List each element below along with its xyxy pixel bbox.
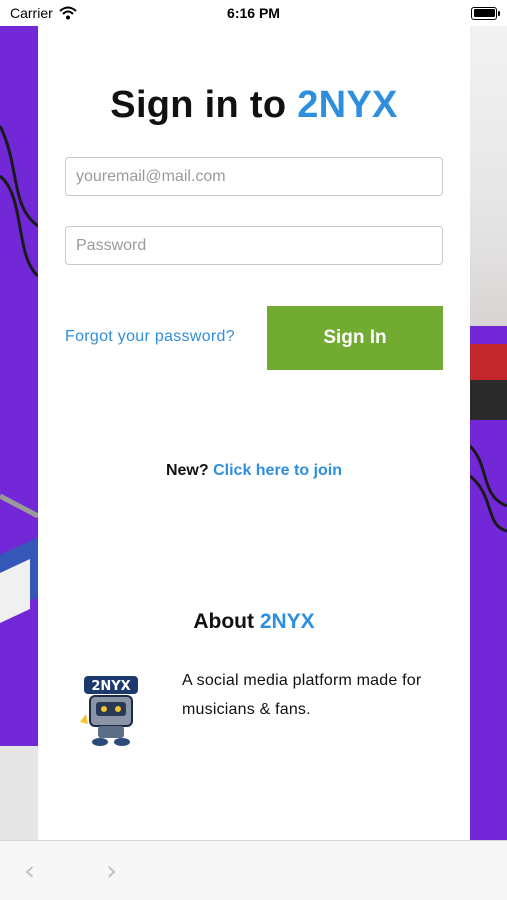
about-title-brand: 2NYX bbox=[259, 610, 315, 633]
2nyx-mascot-logo: 2NYX bbox=[80, 676, 138, 746]
about-title: About 2NYX bbox=[38, 610, 470, 634]
join-link[interactable]: Click here to join bbox=[213, 462, 342, 479]
title-brand: 2NYX bbox=[297, 84, 398, 126]
signin-card: Sign in to 2NYX Forgot your password? Si… bbox=[38, 26, 470, 840]
password-field[interactable] bbox=[65, 226, 443, 265]
wifi-icon bbox=[59, 6, 77, 20]
email-field[interactable] bbox=[65, 157, 443, 196]
svg-text:2NYX: 2NYX bbox=[91, 679, 130, 694]
chevron-right-icon[interactable]: › bbox=[106, 857, 117, 885]
forgot-password-link[interactable]: Forgot your password? bbox=[65, 328, 235, 346]
join-row: New? Click here to join bbox=[38, 462, 470, 480]
status-left: Carrier bbox=[10, 5, 77, 21]
battery-level bbox=[473, 9, 495, 17]
browser-toolbar: ‹ › bbox=[0, 840, 507, 900]
title-prefix: Sign in to bbox=[110, 84, 298, 126]
join-prefix: New? bbox=[165, 462, 214, 479]
sign-in-button[interactable]: Sign In bbox=[267, 306, 443, 370]
status-bar: Carrier 6:16 PM bbox=[0, 0, 507, 26]
chevron-left-icon[interactable]: ‹ bbox=[24, 857, 35, 885]
about-title-prefix: About bbox=[193, 610, 260, 633]
battery-icon bbox=[471, 6, 500, 20]
about-description: A social media platform made for musicia… bbox=[182, 672, 422, 718]
page-title: Sign in to 2NYX bbox=[38, 84, 470, 127]
carrier-label: Carrier bbox=[10, 5, 53, 21]
